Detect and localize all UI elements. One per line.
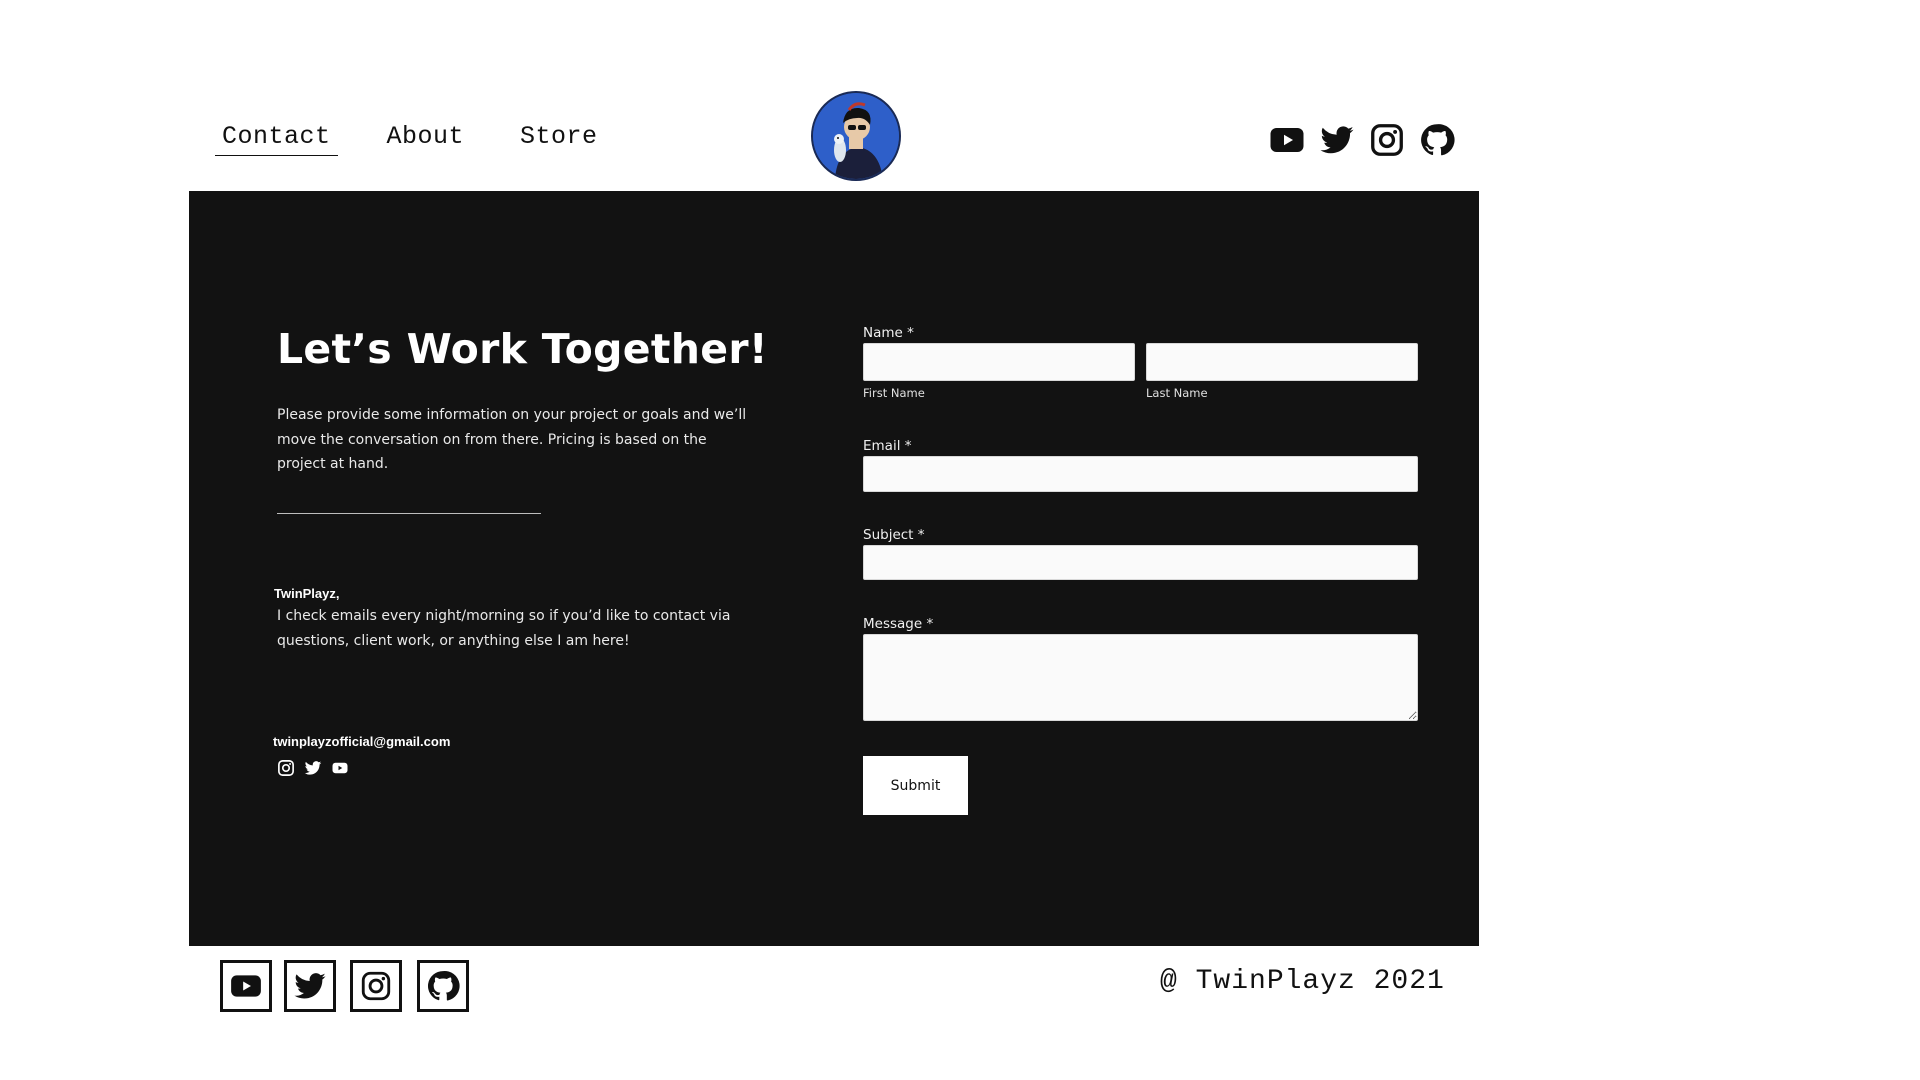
message-label: Message * (863, 616, 934, 632)
message-textarea[interactable] (863, 634, 1418, 721)
nav-item-about[interactable]: About (380, 122, 472, 156)
youtube-icon[interactable] (220, 960, 272, 1012)
twitter-icon[interactable] (284, 960, 336, 1012)
main-nav: Contact About Store (215, 122, 605, 156)
contact-email[interactable]: twinplayzofficial@gmail.com (273, 734, 450, 749)
first-name-input[interactable] (863, 343, 1135, 381)
site-logo-avatar[interactable] (811, 91, 901, 181)
copyright-text: @ TwinPlayz 2021 (1160, 966, 1445, 997)
nav-item-store[interactable]: Store (513, 122, 605, 156)
name-label: Name * (863, 325, 914, 341)
header-social-links (1269, 122, 1455, 158)
twitter-icon[interactable] (304, 759, 322, 777)
last-name-input[interactable] (1146, 343, 1418, 381)
first-name-sublabel: First Name (863, 386, 925, 400)
submit-button[interactable]: Submit (863, 756, 968, 815)
instagram-icon[interactable] (350, 960, 402, 1012)
email-field[interactable] (863, 456, 1418, 492)
github-icon[interactable] (417, 960, 469, 1012)
subject-input[interactable] (863, 545, 1418, 580)
page-title: Let’s Work Together! (277, 325, 768, 373)
intro-text: Please provide some information on your … (277, 407, 747, 472)
contact-note: I check emails every night/morning so if… (277, 608, 731, 649)
divider (277, 513, 541, 514)
contact-social-links (277, 759, 349, 777)
subject-label: Subject * (863, 527, 925, 543)
last-name-sublabel: Last Name (1146, 386, 1208, 400)
nav-item-contact[interactable]: Contact (215, 122, 338, 156)
contact-section: Let’s Work Together! Please provide some… (189, 191, 1479, 946)
footer-social-links (220, 960, 469, 1012)
youtube-icon[interactable] (1269, 122, 1305, 158)
github-icon[interactable] (1419, 122, 1455, 158)
signature-name: TwinPlayz, (274, 586, 340, 601)
twitter-icon[interactable] (1319, 122, 1355, 158)
email-label: Email * (863, 438, 912, 454)
instagram-icon[interactable] (1369, 122, 1405, 158)
youtube-icon[interactable] (331, 759, 349, 777)
instagram-icon[interactable] (277, 759, 295, 777)
